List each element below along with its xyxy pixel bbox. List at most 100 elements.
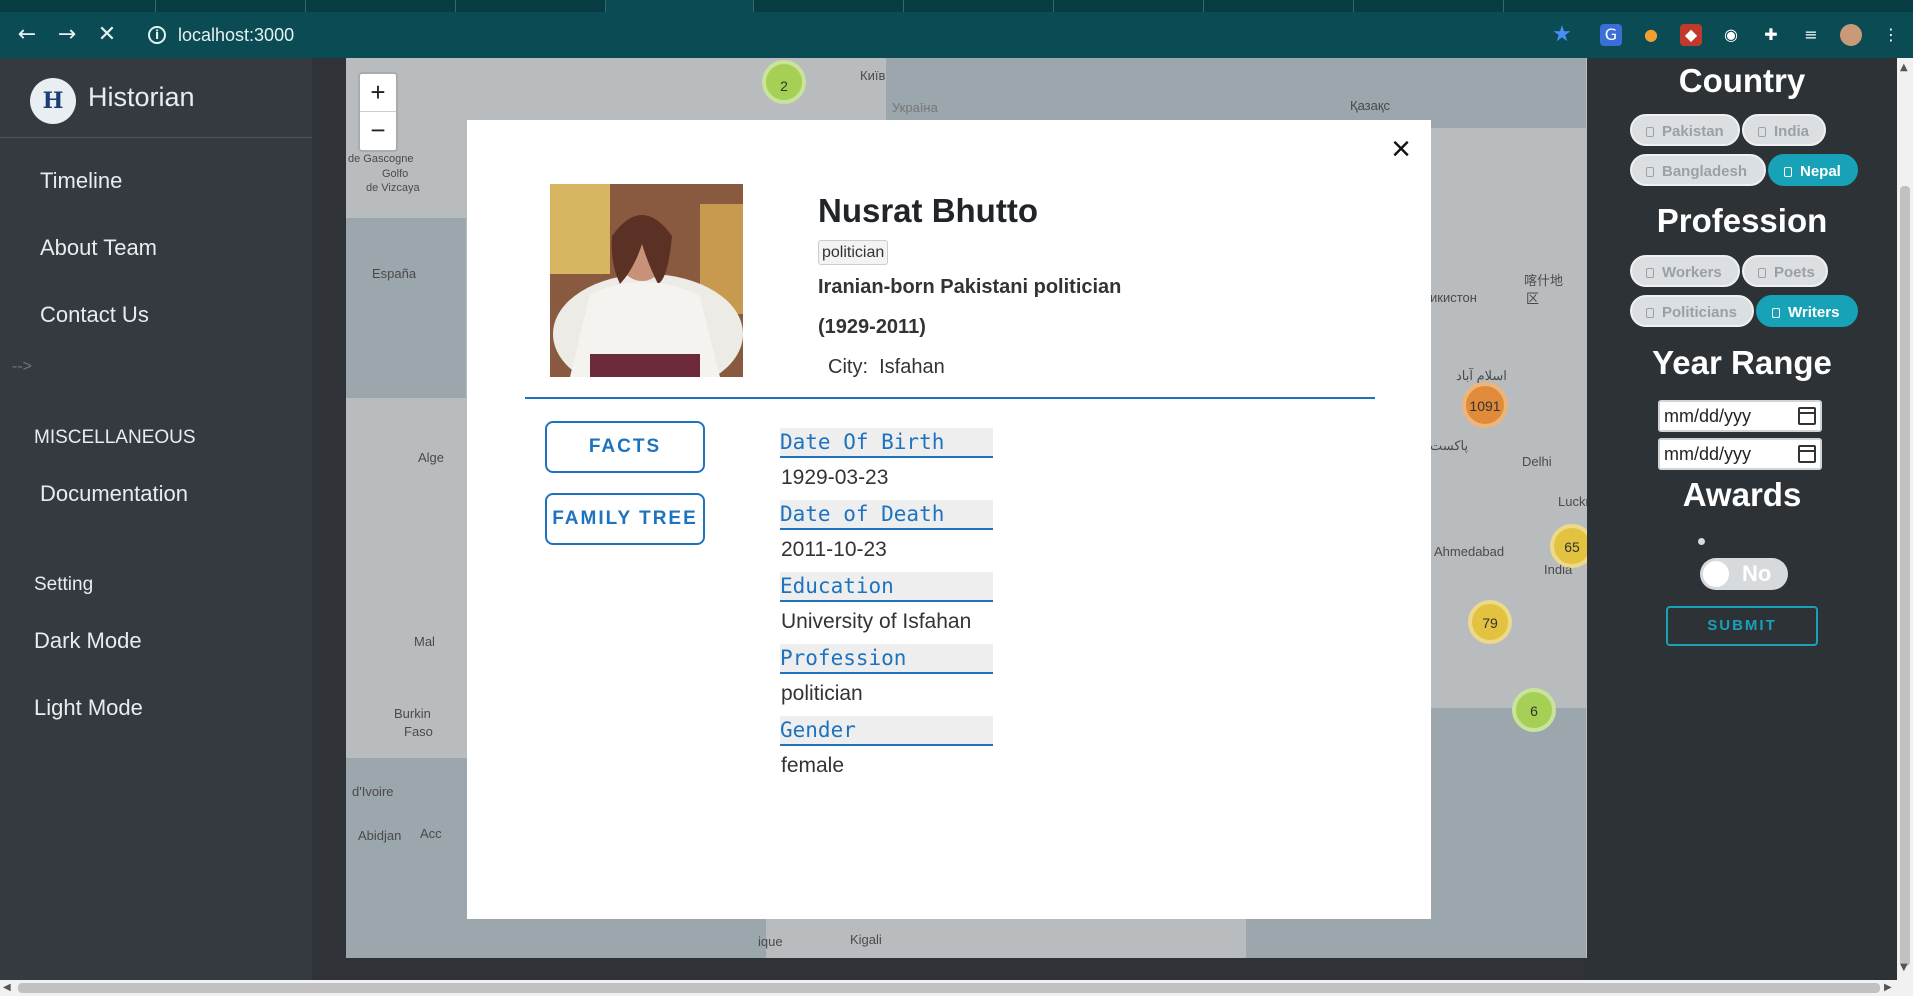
facts-button[interactable]: FACTS <box>545 421 705 473</box>
profession-chip-poets[interactable]: Poets <box>1742 255 1828 287</box>
sidebar-item-dark-mode[interactable]: Dark Mode <box>34 628 142 654</box>
chip-label: Nepal <box>1800 163 1841 180</box>
submit-button[interactable]: SUBMIT <box>1666 606 1818 646</box>
scroll-up-icon[interactable]: ▲ <box>1900 62 1908 73</box>
brand-link[interactable]: H Historian <box>0 58 312 138</box>
stray-comment-text: --> <box>12 358 32 375</box>
map-label: Україна <box>892 100 938 115</box>
address-bar[interactable]: localhost:3000 <box>178 22 294 48</box>
calendar-icon[interactable] <box>1798 407 1816 425</box>
bookmark-star-icon[interactable]: ★ <box>1551 24 1573 46</box>
sidebar-item-timeline[interactable]: Timeline <box>40 168 122 194</box>
chip-label: Politicians <box>1662 304 1738 321</box>
extensions-puzzle-icon[interactable]: ✚ <box>1760 24 1782 46</box>
map-label: Delhi <box>1522 454 1552 469</box>
sidebar-heading-setting: Setting <box>34 574 94 595</box>
sidebar-item-about-team[interactable]: About Team <box>40 235 157 261</box>
chip-label: India <box>1774 123 1810 140</box>
field-value-profession: politician <box>781 682 863 705</box>
sidebar-item-contact-us[interactable]: Contact Us <box>40 302 149 328</box>
zoom-out-button[interactable]: − <box>360 112 396 150</box>
map-cluster-marker[interactable]: 2 <box>762 60 806 104</box>
date-from-input[interactable]: mm/dd/yyy <box>1658 400 1822 432</box>
extension-icon[interactable]: ◉ <box>1720 24 1742 46</box>
stop-loading-icon[interactable]: ✕ <box>96 24 118 46</box>
profile-avatar[interactable] <box>1840 24 1862 46</box>
browser-tab[interactable] <box>308 0 456 12</box>
map-label: Golfo <box>382 168 409 180</box>
map-label: پاکست <box>1430 438 1469 453</box>
map-cluster-marker[interactable]: 6 <box>1512 688 1556 732</box>
profession-chip-politicians[interactable]: Politicians <box>1630 295 1754 327</box>
map-label: Mal <box>414 634 435 649</box>
country-chip-pakistan[interactable]: Pakistan <box>1630 114 1740 146</box>
map-label: Alge <box>418 450 445 465</box>
browser-tab[interactable] <box>1056 0 1204 12</box>
checkbox-icon <box>1772 308 1780 318</box>
person-description: Iranian-born Pakistani politician <box>818 276 1122 298</box>
map-cluster-marker[interactable]: 79 <box>1468 600 1512 644</box>
map-cluster-marker[interactable]: 65 <box>1550 524 1587 568</box>
field-label-gender: Gender <box>780 716 993 746</box>
checkbox-icon <box>1784 167 1792 177</box>
browser-tab[interactable] <box>1356 0 1504 12</box>
field-value-date-of-death: 2011-10-23 <box>781 538 887 561</box>
scroll-down-icon[interactable]: ▼ <box>1900 962 1908 973</box>
site-info-icon[interactable]: i <box>148 26 166 44</box>
profession-chip-writers[interactable]: Writers <box>1756 295 1858 327</box>
browser-tab[interactable] <box>756 0 904 12</box>
country-filter-title: Country <box>1678 62 1806 99</box>
browser-tab[interactable] <box>1206 0 1354 12</box>
map-label: икистон <box>1430 290 1477 305</box>
vertical-scrollbar[interactable]: ▲ ▼ <box>1897 58 1913 980</box>
person-lifespan: (1929-2011) <box>818 316 926 338</box>
field-label-education: Education <box>780 572 993 602</box>
map-label: d'Ivoire <box>352 784 394 799</box>
map-cluster-marker[interactable]: 1091 <box>1462 382 1508 428</box>
checkbox-icon <box>1758 268 1766 278</box>
map-frame <box>312 958 1587 980</box>
toggle-knob <box>1703 561 1729 587</box>
date-to-input[interactable]: mm/dd/yyy <box>1658 438 1822 470</box>
horizontal-scrollbar[interactable]: ◀ ▶ <box>0 980 1913 996</box>
browser-tab-strip <box>0 0 1913 12</box>
browser-tab[interactable] <box>906 0 1054 12</box>
extension-icon[interactable]: ◆ <box>1680 24 1702 46</box>
checkbox-icon <box>1646 127 1654 137</box>
country-chip-nepal[interactable]: Nepal <box>1768 154 1858 186</box>
awards-toggle-label: No <box>1742 561 1772 586</box>
browser-menu-icon[interactable]: ⋮ <box>1880 24 1902 46</box>
browser-tab[interactable] <box>458 0 606 12</box>
brand-name: Historian <box>88 82 195 112</box>
close-icon[interactable]: × <box>1386 132 1416 166</box>
browser-tab[interactable] <box>158 0 306 12</box>
filter-panel: Country Profession Year Range Awards <box>1587 58 1897 980</box>
translate-extension-icon[interactable]: G <box>1600 24 1622 46</box>
country-chip-bangladesh[interactable]: Bangladesh <box>1630 154 1766 186</box>
chip-label: Poets <box>1774 264 1815 281</box>
checkbox-icon <box>1646 167 1654 177</box>
browser-tab-active[interactable] <box>606 0 754 12</box>
scroll-left-icon[interactable]: ◀ <box>3 982 11 993</box>
extension-icon[interactable]: ● <box>1640 24 1662 46</box>
browser-tab[interactable] <box>8 0 156 12</box>
back-icon[interactable]: ← <box>16 24 38 46</box>
sidebar-item-light-mode[interactable]: Light Mode <box>34 695 143 721</box>
profession-filter-title: Profession <box>1656 202 1828 239</box>
map-label: 区 <box>1526 291 1540 306</box>
calendar-icon[interactable] <box>1798 445 1816 463</box>
sidebar-item-documentation[interactable]: Documentation <box>40 481 188 507</box>
country-chip-india[interactable]: India <box>1742 114 1826 146</box>
city-value: Isfahan <box>879 356 945 378</box>
profession-chip-workers[interactable]: Workers <box>1630 255 1740 287</box>
reading-list-icon[interactable]: ≡ <box>1800 24 1822 46</box>
zoom-in-button[interactable]: + <box>360 74 396 112</box>
scrollbar-thumb[interactable] <box>1900 186 1910 966</box>
scrollbar-thumb[interactable] <box>18 983 1880 993</box>
awards-toggle[interactable]: No <box>1700 558 1788 590</box>
chip-label: Bangladesh <box>1662 163 1748 180</box>
scroll-right-icon[interactable]: ▶ <box>1884 982 1892 993</box>
family-tree-button[interactable]: FAMILY TREE <box>545 493 705 545</box>
forward-icon[interactable]: → <box>56 24 78 46</box>
brand-logo: H <box>30 78 76 124</box>
